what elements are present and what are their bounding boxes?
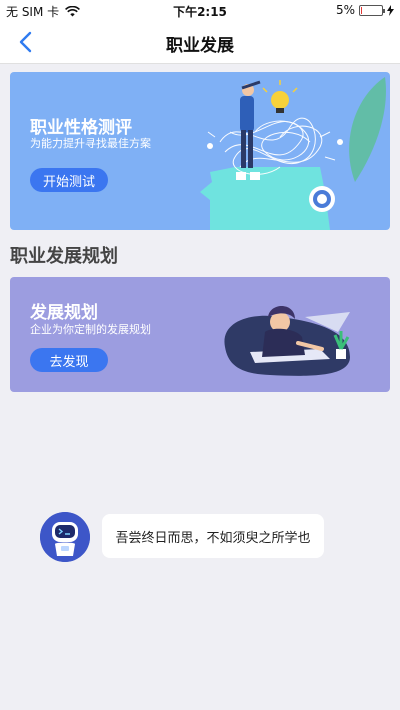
battery-icon — [359, 4, 385, 16]
personality-test-card[interactable]: 职业性格测评 为能力提升寻找最佳方案 开始测试 — [10, 72, 390, 230]
robot-icon — [40, 512, 90, 562]
person-writing-illustration — [224, 305, 350, 376]
card-subtitle: 企业为你定制的发展规划 — [30, 323, 151, 336]
battery-level-fill — [361, 6, 362, 14]
start-test-button[interactable]: 开始测试 — [30, 168, 108, 192]
development-plan-card[interactable]: 发展规划 企业为你定制的发展规划 去发现 — [10, 277, 390, 392]
section-heading: 职业发展规划 — [10, 246, 118, 267]
status-right: 5% — [336, 3, 394, 17]
bot-avatar[interactable] — [40, 512, 90, 562]
card-subtitle: 为能力提升寻找最佳方案 — [30, 137, 151, 150]
battery-percent: 5% — [335, 3, 355, 17]
bot-message-bubble: 吾尝终日而思，不如须臾之所学也 — [102, 514, 324, 558]
page-title: 职业发展 — [166, 36, 234, 56]
card-title: 发展规划 — [30, 303, 98, 323]
charging-bolt-icon — [387, 4, 394, 16]
status-bar: 无 SIM 卡 下午2:15 5% — [0, 0, 400, 20]
discover-button[interactable]: 去发现 — [30, 348, 108, 372]
thinking-person-illustration — [200, 77, 386, 230]
nav-bar: 职业发展 — [0, 20, 400, 64]
